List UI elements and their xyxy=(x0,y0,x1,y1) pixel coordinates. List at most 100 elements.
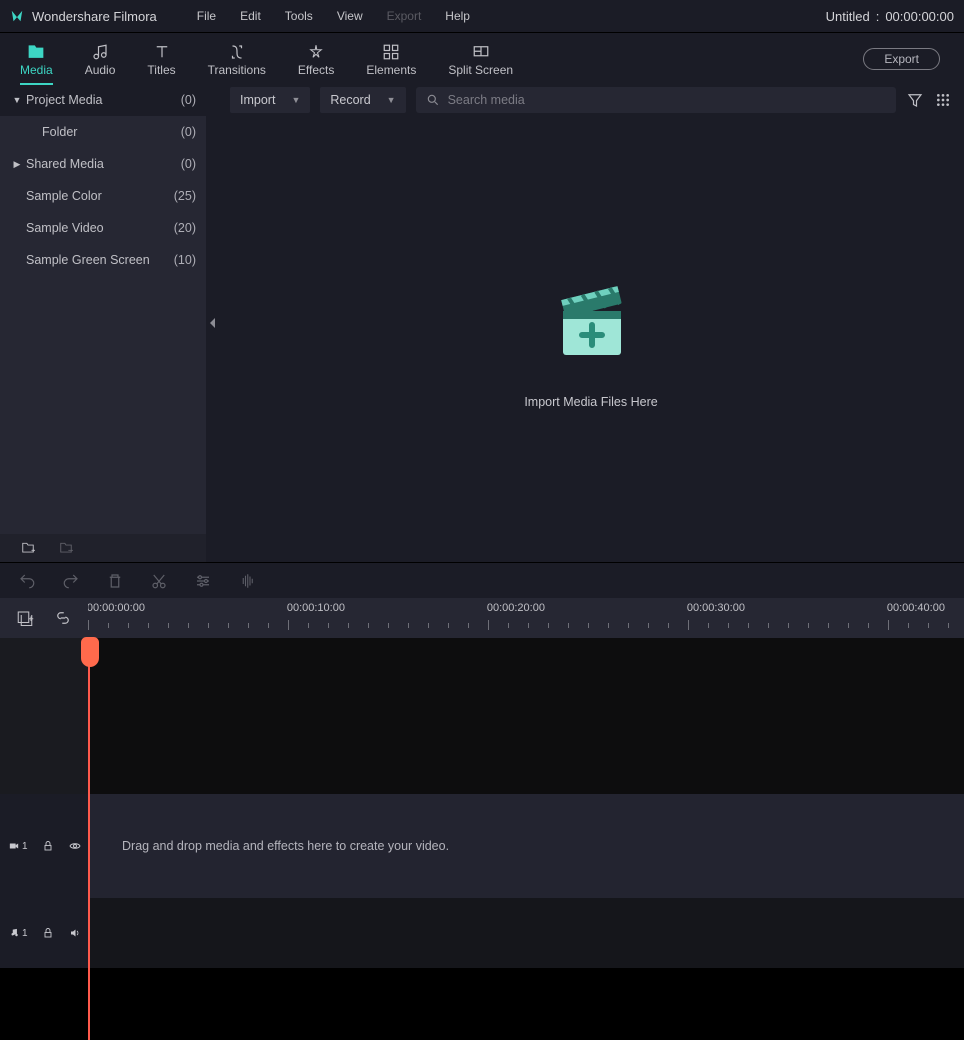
main-tabbar: Media Audio Titles Transitions Effects E… xyxy=(0,32,964,84)
tab-titles[interactable]: Titles xyxy=(131,33,191,85)
menu-help[interactable]: Help xyxy=(433,5,482,27)
chevron-down-icon: ▼ xyxy=(387,95,396,105)
chevron-down-icon: ▼ xyxy=(291,95,300,105)
add-track-icon[interactable] xyxy=(16,609,34,627)
sidebar-bottom-toolbar xyxy=(0,534,206,562)
drop-hint-text: Drag and drop media and effects here to … xyxy=(122,839,449,853)
project-name: Untitled xyxy=(826,9,870,24)
audio-track-badge: 1 xyxy=(8,928,28,939)
video-icon xyxy=(8,841,20,851)
link-icon[interactable] xyxy=(54,609,72,627)
sidebar-item-sample-video[interactable]: Sample Video (20) xyxy=(0,212,206,244)
sidebar-item-shared-media[interactable]: ▶ Shared Media (0) xyxy=(0,148,206,180)
video-track-badge: 1 xyxy=(8,841,28,852)
sidebar-item-sample-green-screen[interactable]: Sample Green Screen (10) xyxy=(0,244,206,276)
timeline-tracks: 1 Drag and drop media and effects here t… xyxy=(0,638,964,1040)
audio-waveform-icon[interactable] xyxy=(238,572,256,590)
cut-icon[interactable] xyxy=(150,572,168,590)
audio-track-body[interactable] xyxy=(88,898,964,968)
playhead-line[interactable] xyxy=(88,639,90,1040)
caret-down-icon: ▼ xyxy=(8,95,26,105)
menu-tools[interactable]: Tools xyxy=(273,5,325,27)
menu-edit[interactable]: Edit xyxy=(228,5,273,27)
video-track-number: 1 xyxy=(22,841,28,852)
search-media-box[interactable] xyxy=(416,87,896,113)
filter-icon[interactable] xyxy=(906,91,924,109)
track-bottom xyxy=(88,968,964,1040)
import-label: Import xyxy=(240,93,275,107)
media-drop-zone[interactable]: Import Media Files Here xyxy=(218,116,964,562)
menu-file[interactable]: File xyxy=(185,5,228,27)
delete-icon[interactable] xyxy=(106,572,124,590)
tab-transitions[interactable]: Transitions xyxy=(192,33,282,85)
video-track-body[interactable]: Drag and drop media and effects here to … xyxy=(88,794,964,898)
tab-split-screen-label: Split Screen xyxy=(448,63,513,77)
ruler[interactable]: 00:00:00:00 00:00:10:00 00:00:20:00 00:0… xyxy=(88,598,964,638)
audio-track-head[interactable]: 1 xyxy=(0,898,88,968)
tab-elements[interactable]: Elements xyxy=(350,33,432,85)
audio-track-number: 1 xyxy=(22,928,28,939)
sidebar-label: Sample Color xyxy=(26,189,102,203)
playhead-knob[interactable] xyxy=(81,637,99,667)
media-browser: Import ▼ Record ▼ xyxy=(218,84,964,562)
timeline-ruler[interactable]: 00:00:00:00 00:00:10:00 00:00:20:00 00:0… xyxy=(0,598,964,638)
media-hint-text: Import Media Files Here xyxy=(524,395,657,409)
sidebar-count: (0) xyxy=(181,125,196,139)
main-panel: ▼ Project Media (0) Folder (0) ▶ Shared … xyxy=(0,84,964,562)
adjust-icon[interactable] xyxy=(194,572,212,590)
ruler-label: 00:00:00:00 xyxy=(88,602,145,614)
new-folder-icon[interactable] xyxy=(20,541,36,555)
media-sidebar: ▼ Project Media (0) Folder (0) ▶ Shared … xyxy=(0,84,206,562)
project-separator: : xyxy=(876,9,880,24)
speaker-icon[interactable] xyxy=(68,927,82,939)
undo-icon[interactable] xyxy=(18,572,36,590)
tab-effects-label: Effects xyxy=(298,63,334,77)
tab-titles-label: Titles xyxy=(147,63,175,77)
search-icon xyxy=(426,93,440,107)
search-media-input[interactable] xyxy=(448,93,886,107)
titlebar: Wondershare Filmora File Edit Tools View… xyxy=(0,0,964,32)
media-toolbar: Import ▼ Record ▼ xyxy=(218,84,964,116)
track-head-spacer xyxy=(0,638,88,794)
sidebar-collapse-handle[interactable] xyxy=(206,84,218,562)
tab-audio-label: Audio xyxy=(85,63,116,77)
grid-view-icon[interactable] xyxy=(934,91,952,109)
export-button[interactable]: Export xyxy=(863,48,940,70)
sidebar-count: (20) xyxy=(174,221,196,235)
delete-folder-icon[interactable] xyxy=(58,541,74,555)
track-head-bottom xyxy=(0,968,88,1040)
music-icon xyxy=(8,928,20,938)
ruler-label: 00:00:30:00 xyxy=(687,602,745,614)
import-dropdown[interactable]: Import ▼ xyxy=(230,87,310,113)
sidebar-label: Sample Green Screen xyxy=(26,253,150,267)
tab-split-screen[interactable]: Split Screen xyxy=(432,33,529,85)
tab-effects[interactable]: Effects xyxy=(282,33,350,85)
tab-transitions-label: Transitions xyxy=(208,63,266,77)
eye-icon[interactable] xyxy=(68,840,82,852)
tab-media[interactable]: Media xyxy=(4,33,69,85)
import-media-icon xyxy=(541,269,641,369)
video-track-head[interactable]: 1 xyxy=(0,794,88,898)
sidebar-count: (0) xyxy=(181,157,196,171)
sidebar-count: (0) xyxy=(181,93,196,107)
tab-audio[interactable]: Audio xyxy=(69,33,132,85)
lock-icon[interactable] xyxy=(42,840,54,852)
app-title: Wondershare Filmora xyxy=(32,9,157,24)
sidebar-count: (10) xyxy=(174,253,196,267)
timeline-header-controls xyxy=(0,598,88,638)
chevron-left-icon xyxy=(210,318,215,328)
redo-icon[interactable] xyxy=(62,572,80,590)
record-dropdown[interactable]: Record ▼ xyxy=(320,87,405,113)
sidebar-count: (25) xyxy=(174,189,196,203)
caret-right-icon: ▶ xyxy=(8,159,26,170)
ruler-label: 00:00:20:00 xyxy=(487,602,545,614)
sidebar-item-project-media[interactable]: ▼ Project Media (0) xyxy=(0,84,206,116)
lock-icon[interactable] xyxy=(42,927,54,939)
tab-media-label: Media xyxy=(20,63,53,77)
sidebar-item-sample-color[interactable]: Sample Color (25) xyxy=(0,180,206,212)
project-status: Untitled : 00:00:00:00 xyxy=(826,9,954,24)
menu-view[interactable]: View xyxy=(325,5,375,27)
timeline-toolbar xyxy=(0,562,964,598)
track-spacer[interactable] xyxy=(88,638,964,794)
sidebar-item-folder[interactable]: Folder (0) xyxy=(0,116,206,148)
